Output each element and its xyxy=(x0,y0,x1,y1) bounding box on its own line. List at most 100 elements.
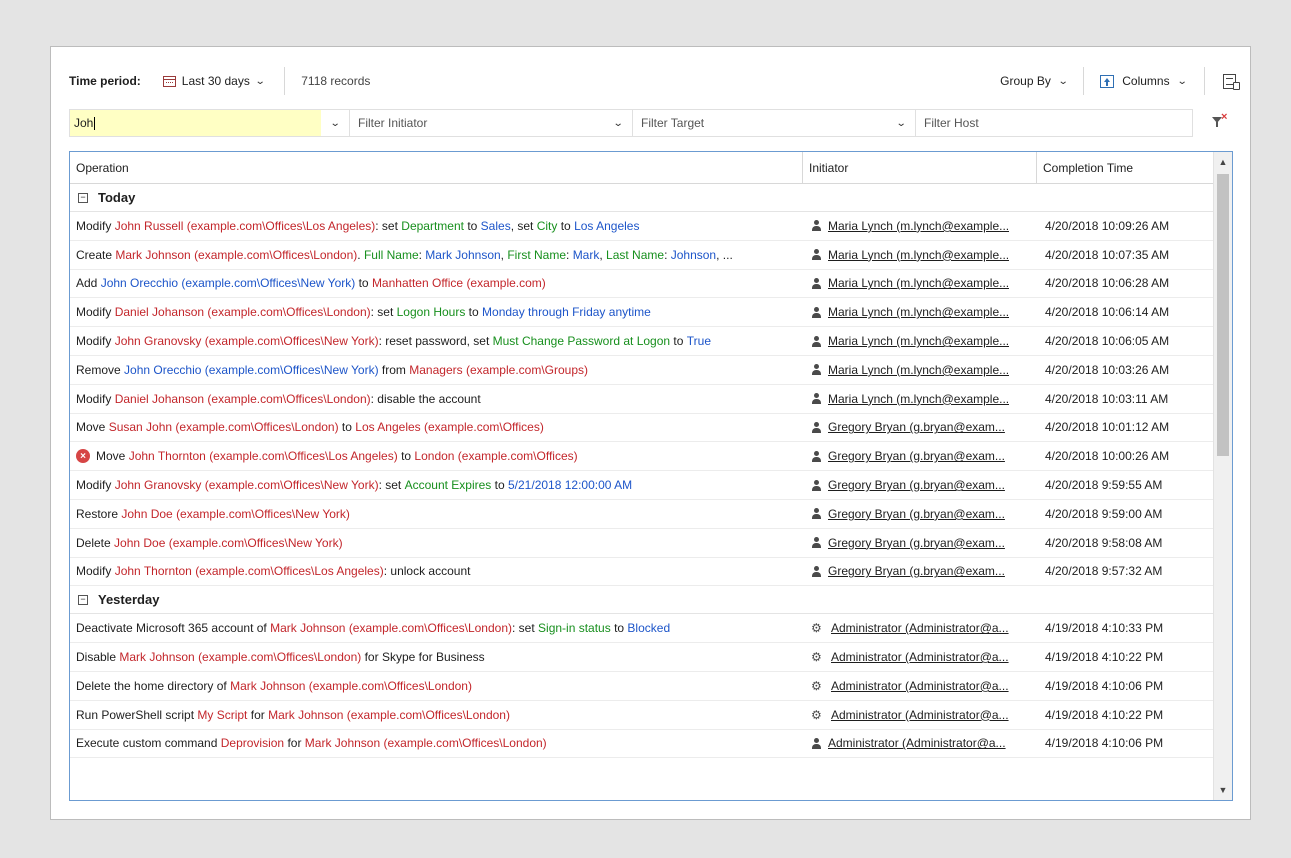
operation-text: Mark Johnson xyxy=(425,247,501,262)
table-row[interactable]: Create Mark Johnson (example.com\Offices… xyxy=(70,241,1213,270)
operation-text: Add xyxy=(76,276,101,291)
initiator-cell: Gregory Bryan (g.bryan@exam... xyxy=(803,507,1037,521)
chevron-down-icon: ⌄ xyxy=(329,117,341,129)
operation-text: John Thornton (example.com\Offices\Los A… xyxy=(114,564,384,579)
table-row[interactable]: Delete the home directory of Mark Johnso… xyxy=(70,672,1213,701)
group-header-yesterday[interactable]: − Yesterday xyxy=(70,586,1213,615)
group-by-button[interactable]: Group By ⌄ xyxy=(996,72,1071,90)
initiator-filter-dropdown[interactable]: ⌄ xyxy=(604,118,632,129)
completion-time-cell: 4/20/2018 9:57:32 AM xyxy=(1045,564,1163,579)
column-header-initiator[interactable]: Initiator xyxy=(803,152,1037,183)
operation-cell: Modify Daniel Johanson (example.com\Offi… xyxy=(70,305,803,319)
operation-text: John Thornton (example.com\Offices\Los A… xyxy=(128,449,398,464)
initiator-link[interactable]: Maria Lynch (m.lynch@example... xyxy=(828,334,1009,348)
initiator-link[interactable]: Gregory Bryan (g.bryan@exam... xyxy=(828,478,1005,492)
chevron-down-icon: ⌄ xyxy=(895,117,907,129)
operation-text: Modify xyxy=(76,218,115,233)
initiator-link[interactable]: Maria Lynch (m.lynch@example... xyxy=(828,276,1009,290)
initiator-link[interactable]: Administrator (Administrator@a... xyxy=(831,708,1009,722)
initiator-filter-input[interactable] xyxy=(350,110,604,136)
table-row[interactable]: Delete John Doe (example.com\Offices\New… xyxy=(70,529,1213,558)
operation-text: to xyxy=(338,420,356,435)
initiator-cell: ⚙ Administrator (Administrator@a... xyxy=(803,650,1037,664)
initiator-link[interactable]: Maria Lynch (m.lynch@example... xyxy=(828,363,1009,377)
table-row[interactable]: Deactivate Microsoft 365 account of Mark… xyxy=(70,614,1213,644)
initiator-link[interactable]: Maria Lynch (m.lynch@example... xyxy=(828,305,1009,319)
initiator-link[interactable]: Administrator (Administrator@a... xyxy=(831,650,1009,664)
export-icon[interactable] xyxy=(1223,73,1240,90)
table-row[interactable]: × Move John Thornton (example.com\Offices… xyxy=(70,442,1213,472)
vertical-scrollbar[interactable]: ▲ ▼ xyxy=(1213,152,1232,800)
operation-text: First Name xyxy=(507,247,567,262)
initiator-cell: Maria Lynch (m.lynch@example... xyxy=(803,363,1037,377)
table-row[interactable]: Restore John Doe (example.com\Offices\Ne… xyxy=(70,500,1213,529)
host-filter xyxy=(916,110,1192,136)
operation-text: Daniel Johanson (example.com\Offices\Lon… xyxy=(114,391,371,406)
scrollbar-thumb[interactable] xyxy=(1217,174,1229,456)
column-header-completion-time[interactable]: Completion Time xyxy=(1037,152,1212,183)
initiator-link[interactable]: Gregory Bryan (g.bryan@exam... xyxy=(828,536,1005,550)
table-row[interactable]: Add John Orecchio (example.com\Offices\N… xyxy=(70,270,1213,299)
table-row[interactable]: Modify John Russell (example.com\Offices… xyxy=(70,212,1213,241)
table-row[interactable]: Run PowerShell script My Script for Mark… xyxy=(70,701,1213,730)
group-name: Today xyxy=(98,190,136,205)
operation-text: : set xyxy=(378,478,405,493)
chevron-down-icon: ⌄ xyxy=(1176,75,1188,87)
operation-text: John Granovsky (example.com\Offices\New … xyxy=(114,478,379,493)
operation-text: John Doe (example.com\Offices\New York) xyxy=(114,535,343,550)
operation-text: Modify xyxy=(76,391,115,406)
initiator-link[interactable]: Administrator (Administrator@a... xyxy=(831,679,1009,693)
operation-text: Move xyxy=(76,420,109,435)
initiator-link[interactable]: Gregory Bryan (g.bryan@exam... xyxy=(828,449,1005,463)
operation-cell: Move Susan John (example.com\Offices\Lon… xyxy=(70,420,803,434)
operation-cell: Run PowerShell script My Script for Mark… xyxy=(70,708,803,722)
target-filter-dropdown[interactable]: ⌄ xyxy=(887,118,915,129)
table-row[interactable]: Move Susan John (example.com\Offices\Lon… xyxy=(70,414,1213,443)
operations-grid: Operation Initiator Completion Time − Tod… xyxy=(69,151,1233,801)
initiator-link[interactable]: Maria Lynch (m.lynch@example... xyxy=(828,392,1009,406)
operation-text: Deprovision xyxy=(220,736,285,751)
collapse-icon[interactable]: − xyxy=(78,594,88,605)
table-row[interactable]: Modify Daniel Johanson (example.com\Offi… xyxy=(70,298,1213,328)
column-header-operation[interactable]: Operation xyxy=(70,152,803,183)
completion-time-cell: 4/19/2018 4:10:22 PM xyxy=(1045,707,1164,722)
columns-button[interactable]: Columns ⌄ xyxy=(1096,72,1190,90)
operation-filter-dropdown[interactable]: ⌄ xyxy=(321,118,349,129)
table-row[interactable]: Modify John Granovsky (example.com\Offic… xyxy=(70,471,1213,500)
operation-text: Delete xyxy=(76,535,115,550)
scroll-up-icon[interactable]: ▲ xyxy=(1214,152,1232,172)
calendar-icon xyxy=(162,75,176,87)
table-row[interactable]: Remove John Orecchio (example.com\Office… xyxy=(70,356,1213,385)
table-row[interactable]: Disable Mark Johnson (example.com\Office… xyxy=(70,643,1213,672)
scroll-down-icon[interactable]: ▼ xyxy=(1214,780,1232,800)
group-header-today[interactable]: − Today xyxy=(70,184,1213,212)
initiator-link[interactable]: Administrator (Administrator@a... xyxy=(831,621,1009,635)
user-icon xyxy=(811,421,822,433)
clear-filter-icon[interactable]: × xyxy=(1212,111,1228,131)
collapse-icon[interactable]: − xyxy=(78,192,88,203)
table-row[interactable]: Modify John Thornton (example.com\Office… xyxy=(70,558,1213,587)
table-row[interactable]: Modify Daniel Johanson (example.com\Offi… xyxy=(70,385,1213,414)
initiator-link[interactable]: Administrator (Administrator@a... xyxy=(828,736,1006,750)
chevron-down-icon: ⌄ xyxy=(612,117,624,129)
operation-filter-input[interactable]: Joh xyxy=(70,110,321,136)
operation-text: : xyxy=(418,247,426,262)
initiator-cell: ⚙ Administrator (Administrator@a... xyxy=(803,679,1037,693)
completion-time-cell: 4/19/2018 4:10:22 PM xyxy=(1045,650,1164,665)
initiator-link[interactable]: Gregory Bryan (g.bryan@exam... xyxy=(828,420,1005,434)
target-filter-input[interactable] xyxy=(633,110,887,136)
funnel-stem xyxy=(1216,122,1218,127)
host-filter-input[interactable] xyxy=(916,110,1192,136)
completion-time-cell: 4/20/2018 10:09:26 AM xyxy=(1045,218,1170,233)
table-row[interactable]: Execute custom command Deprovision for M… xyxy=(70,730,1213,759)
completion-time-cell: 4/20/2018 10:00:26 AM xyxy=(1045,449,1170,464)
time-period-dropdown[interactable]: Last 30 days ⌄ xyxy=(159,72,268,90)
operation-cell: Restore John Doe (example.com\Offices\Ne… xyxy=(70,507,803,521)
initiator-link[interactable]: Gregory Bryan (g.bryan@exam... xyxy=(828,564,1005,578)
initiator-cell: Gregory Bryan (g.bryan@exam... xyxy=(803,564,1037,578)
initiator-cell: Gregory Bryan (g.bryan@exam... xyxy=(803,536,1037,550)
initiator-link[interactable]: Gregory Bryan (g.bryan@exam... xyxy=(828,507,1005,521)
initiator-link[interactable]: Maria Lynch (m.lynch@example... xyxy=(828,219,1009,233)
table-row[interactable]: Modify John Granovsky (example.com\Offic… xyxy=(70,327,1213,356)
initiator-link[interactable]: Maria Lynch (m.lynch@example... xyxy=(828,248,1009,262)
